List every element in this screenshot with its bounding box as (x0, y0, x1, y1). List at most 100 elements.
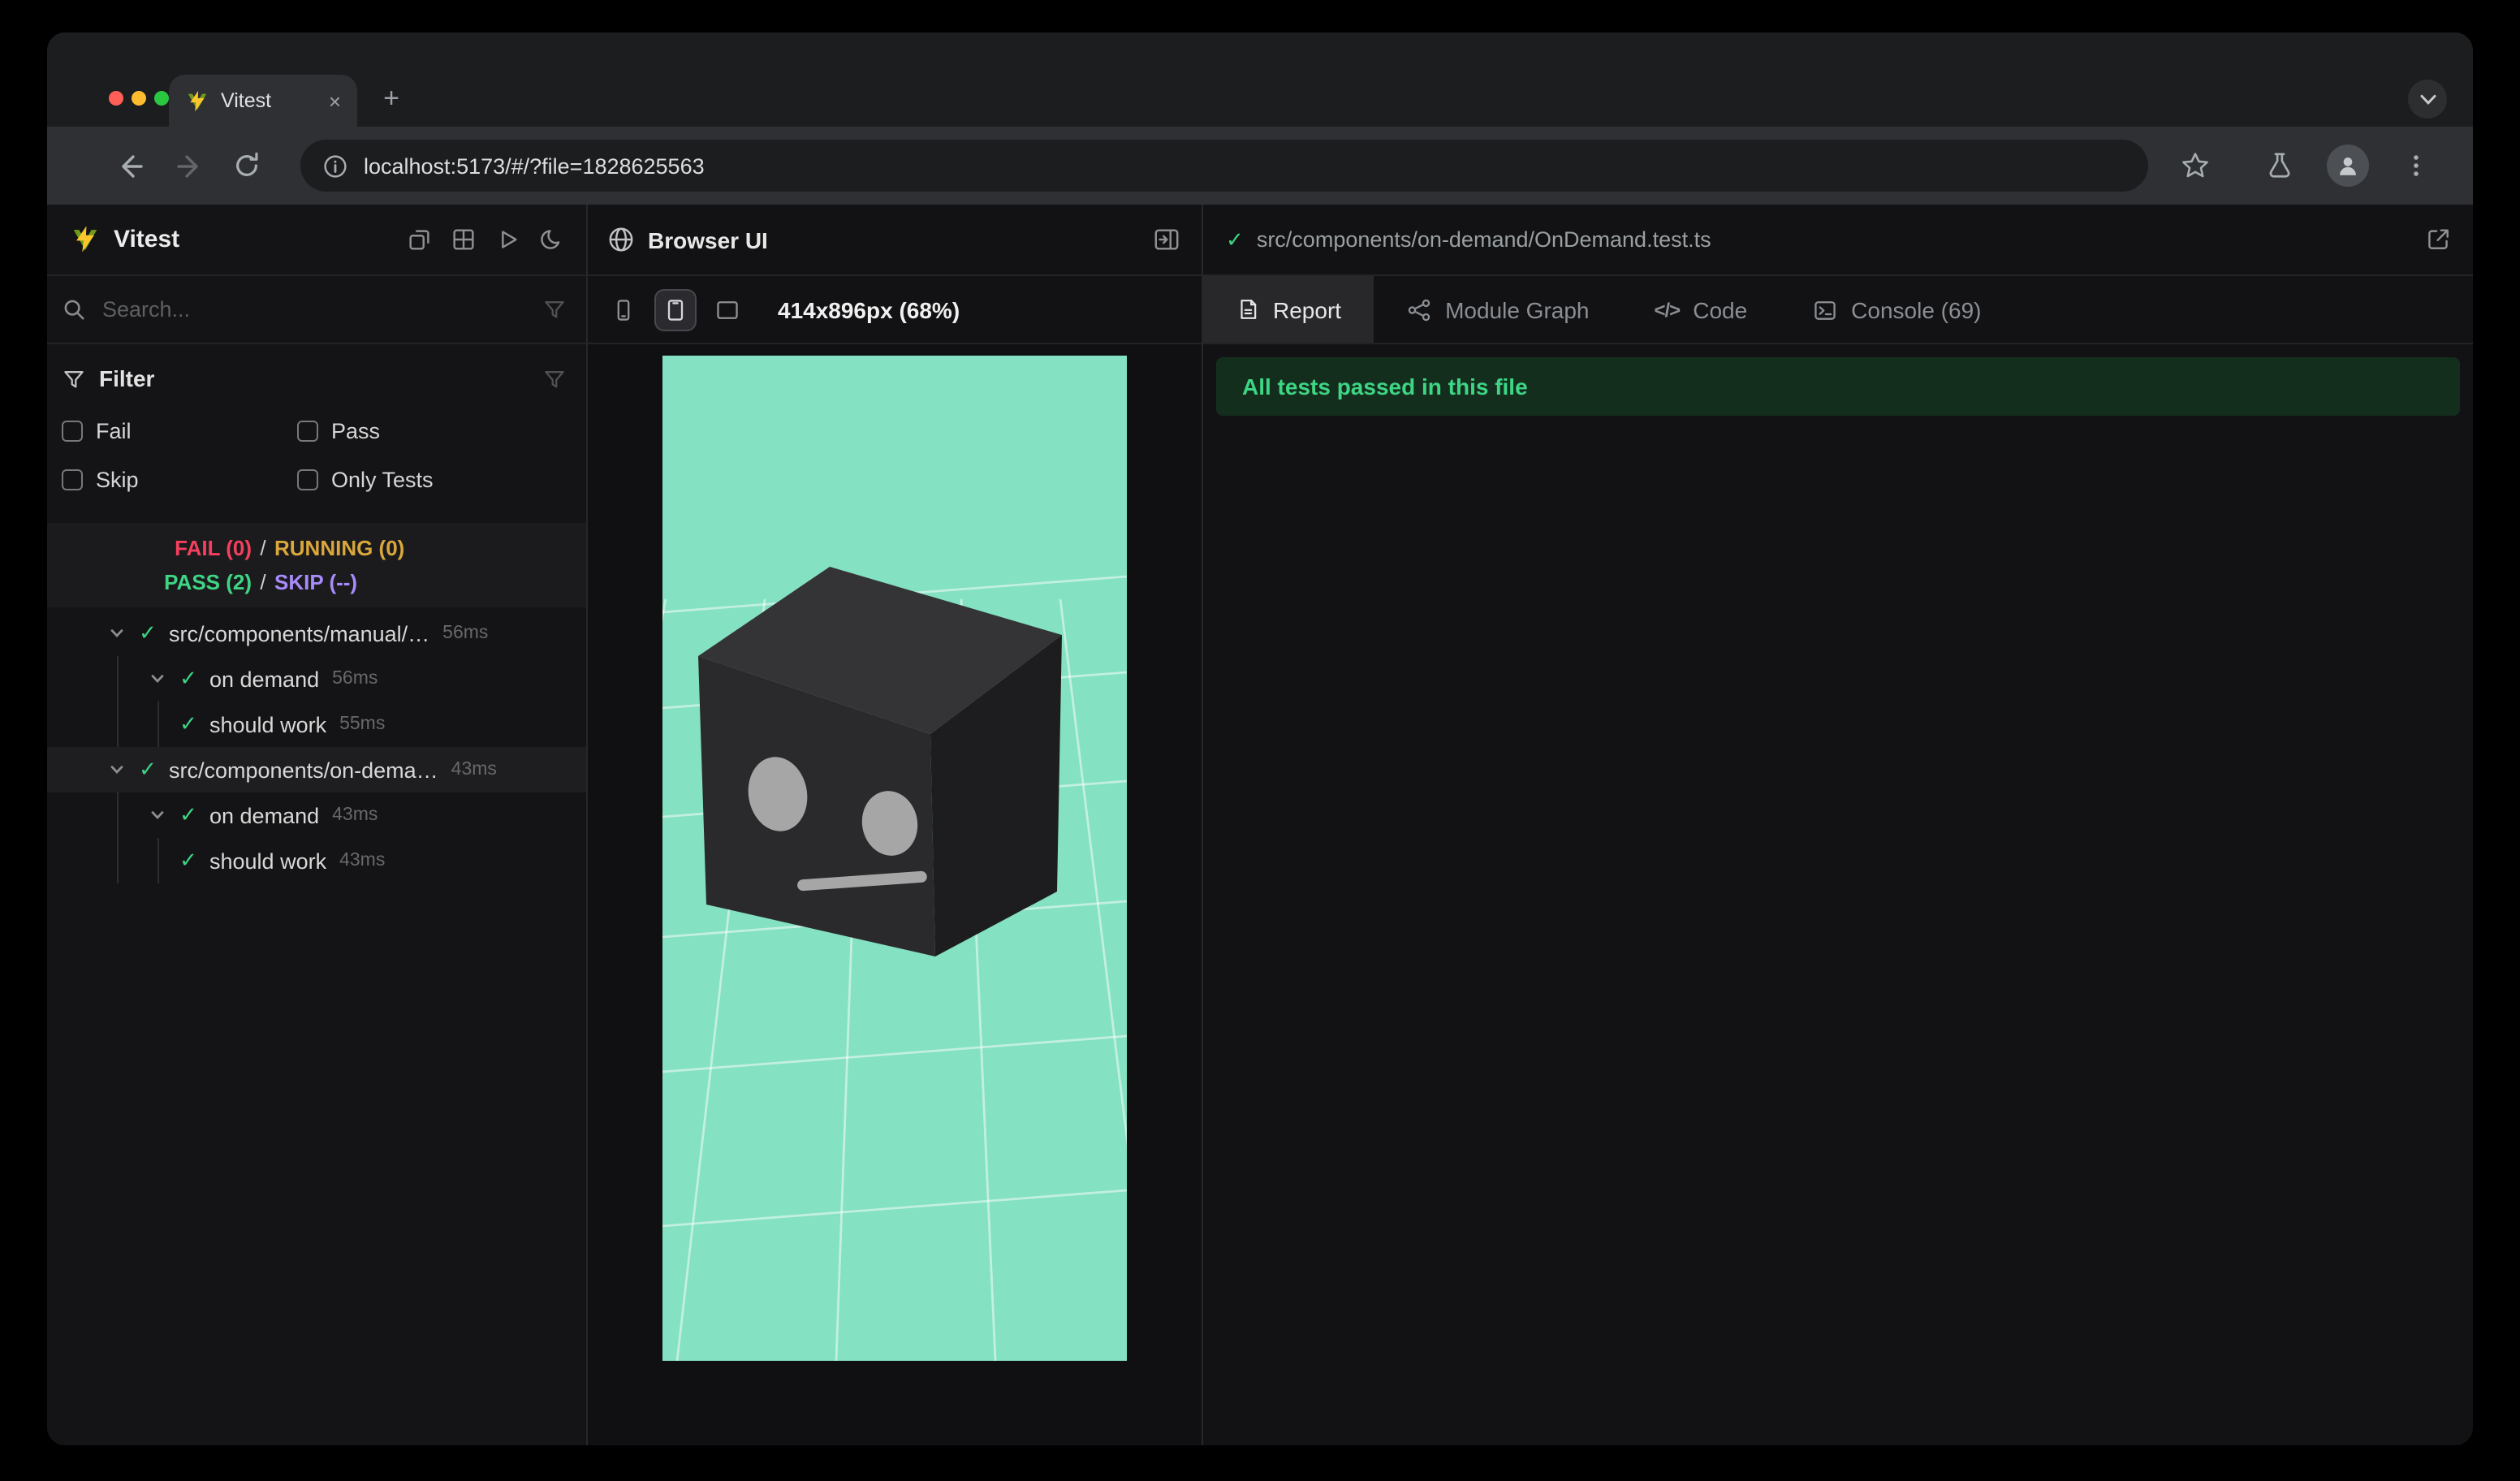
report-body: All tests passed in this file (1203, 344, 2473, 1445)
filter-title: Filter (99, 365, 155, 391)
summary-separator: / (260, 536, 266, 560)
filter-option-skip[interactable]: Skip (62, 455, 297, 503)
app-viewport[interactable] (662, 356, 1127, 1361)
tab-label: Code (1693, 296, 1748, 322)
browser-panel-title: Browser UI (648, 227, 768, 253)
module-graph-icon (1406, 296, 1432, 322)
minimize-window-button[interactable] (132, 91, 146, 106)
running-count: RUNNING (0) (274, 536, 405, 560)
chevron-down-icon[interactable] (145, 807, 170, 823)
app-title: Vitest (114, 226, 180, 253)
browser-window: Vitest × + localhost:5173/#/?file=182862… (47, 32, 2473, 1445)
browser-toolbar: localhost:5173/#/?file=1828625563 (47, 127, 2473, 205)
search-input[interactable] (99, 296, 542, 323)
phone-preset-icon-active[interactable] (654, 288, 697, 330)
cube-scene (662, 567, 1127, 1361)
filter-options: Fail Pass Skip Only Tests (47, 406, 586, 503)
checkbox-skip[interactable] (62, 468, 83, 490)
new-tab-button[interactable]: + (370, 78, 412, 120)
zoom-window-button[interactable] (154, 91, 169, 106)
screen: Vitest × + localhost:5173/#/?file=182862… (0, 0, 2520, 1481)
clear-filter-icon[interactable] (542, 366, 567, 391)
search-row (47, 276, 586, 344)
tab-label: Report (1273, 296, 1342, 322)
tab-module-graph[interactable]: Module Graph (1374, 276, 1621, 343)
filter-option-fail[interactable]: Fail (62, 406, 297, 455)
pass-count: PASS (2) (164, 570, 252, 594)
chevron-down-icon[interactable] (104, 625, 130, 641)
forward-button[interactable] (167, 145, 209, 187)
browser-panel-header: Browser UI (588, 205, 1202, 276)
tab-label: Module Graph (1445, 296, 1590, 322)
tests-passed-banner: All tests passed in this file (1216, 357, 2460, 416)
fail-count: FAIL (0) (175, 536, 252, 560)
vitest-logo (70, 224, 101, 255)
summary-line-2: PASS (2) / SKIP (--) (47, 565, 586, 599)
vitest-ui: Vitest Search... Filter Fail Pass Skip O… (47, 205, 2473, 1445)
chevron-down-icon[interactable] (104, 762, 130, 778)
experiments-flask-icon[interactable] (2259, 145, 2301, 187)
dashboard-icon[interactable] (398, 218, 440, 261)
reload-button[interactable] (226, 145, 268, 187)
checkbox-only-tests[interactable] (297, 468, 318, 490)
report-tabs: Report Module Graph </> Code Console (69… (1203, 276, 2473, 344)
browser-tab[interactable]: Vitest × (169, 75, 357, 127)
test-file-row[interactable]: ✓ src/components/manual/… 56ms (47, 611, 586, 656)
tab-code[interactable]: </> Code (1622, 276, 1780, 343)
pass-check-icon: ✓ (179, 802, 197, 827)
grid-view-icon[interactable] (442, 218, 484, 261)
close-tab-icon[interactable]: × (326, 87, 344, 114)
test-case-row[interactable]: ✓ should work 43ms (47, 838, 586, 883)
globe-icon (607, 226, 635, 253)
pass-check-icon: ✓ (139, 757, 157, 781)
test-summary: FAIL (0) / RUNNING (0) PASS (2) / SKIP (… (47, 523, 586, 607)
viewport-toolbar: 414x896px (68%) (588, 276, 1202, 344)
pass-check-icon: ✓ (179, 848, 197, 872)
console-icon (1812, 296, 1838, 322)
tab-search-chevron-icon[interactable] (2408, 80, 2447, 119)
tab-label: Console (69) (1851, 296, 1982, 322)
sidebar-header-buttons (398, 218, 572, 261)
tab-strip: Vitest × + (47, 32, 2473, 127)
open-external-icon[interactable] (2416, 218, 2458, 261)
toolbar-right-icons (2174, 145, 2437, 187)
report-panel-header: ✓ src/components/on-demand/OnDemand.test… (1203, 205, 2473, 276)
chevron-down-icon[interactable] (145, 671, 170, 687)
browser-panel: Browser UI 414x896px (68%) (586, 205, 1202, 1445)
banner-text: All tests passed in this file (1242, 373, 1528, 399)
viewport-size-label: 414x896px (68%) (778, 296, 960, 322)
indent-guide (158, 838, 159, 883)
back-button[interactable] (109, 145, 151, 187)
dark-mode-moon-icon[interactable] (529, 218, 572, 261)
test-case-row[interactable]: ✓ should work 55ms (47, 702, 586, 747)
test-suite-row[interactable]: ✓ on demand 43ms (47, 792, 586, 838)
test-suite-row[interactable]: ✓ on demand 56ms (47, 656, 586, 702)
summary-separator: / (260, 570, 266, 594)
funnel-icon (62, 366, 86, 391)
test-file-path: src/components/on-demand/OnDemand.test.t… (1256, 227, 1711, 252)
close-window-button[interactable] (109, 91, 123, 106)
run-all-icon[interactable] (485, 218, 528, 261)
site-info-icon[interactable] (323, 153, 347, 178)
menu-dots-icon[interactable] (2395, 145, 2437, 187)
indent-guide (117, 656, 119, 747)
report-icon (1236, 297, 1260, 322)
mobile-preset-icon[interactable] (602, 288, 645, 330)
tab-console[interactable]: Console (69) (1780, 276, 2013, 343)
sidebar-header: Vitest (47, 205, 586, 276)
profile-avatar[interactable] (2327, 145, 2369, 187)
test-file-row[interactable]: ✓ src/components/on-dema… 43ms (47, 747, 586, 792)
pass-check-icon: ✓ (179, 711, 197, 736)
tab-title: Vitest (221, 89, 272, 112)
filter-option-only-tests[interactable]: Only Tests (297, 455, 586, 503)
window-controls (109, 91, 169, 106)
filter-funnel-icon[interactable] (542, 297, 567, 322)
address-bar[interactable]: localhost:5173/#/?file=1828625563 (300, 140, 2148, 192)
open-panel-right-icon[interactable] (1145, 218, 1187, 261)
desktop-preset-icon[interactable] (706, 288, 749, 330)
bookmark-star-icon[interactable] (2174, 145, 2216, 187)
checkbox-fail[interactable] (62, 420, 83, 441)
checkbox-pass[interactable] (297, 420, 318, 441)
tab-report[interactable]: Report (1203, 276, 1374, 343)
filter-option-pass[interactable]: Pass (297, 406, 586, 455)
